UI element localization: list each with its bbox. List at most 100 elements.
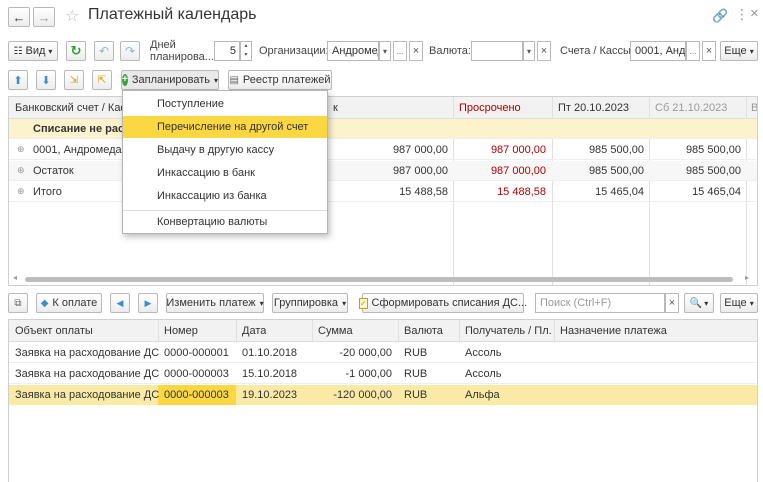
- expand-icon[interactable]: ⊕: [17, 144, 25, 155]
- redo-button[interactable]: ↷: [120, 41, 140, 61]
- row-name: 0001, Андромеда Пл: [33, 144, 125, 156]
- currency-label: Валюта:: [429, 45, 471, 57]
- accounts-select-button[interactable]: ...: [686, 41, 700, 61]
- menu-item-transfer-cash[interactable]: Выдачу в другую кассу: [123, 139, 327, 161]
- payment-registry-button[interactable]: ▤ Реестр платежей: [228, 70, 332, 90]
- currency-input[interactable]: [471, 41, 523, 61]
- accounts-input[interactable]: 0001, Андр: [630, 41, 686, 61]
- chevron-down-icon: ▾: [259, 298, 264, 308]
- days-stepper[interactable]: ▴ ▾: [240, 41, 252, 61]
- link-icon[interactable]: 🔗: [712, 8, 728, 24]
- kebab-menu-icon[interactable]: ⋮: [735, 6, 749, 23]
- col-header-day1[interactable]: Пт 20.10.2023: [558, 102, 629, 114]
- document-icon: ▤: [229, 74, 239, 86]
- chevron-down-icon: ▾: [213, 75, 218, 85]
- org-select-button[interactable]: ...: [393, 41, 407, 61]
- horizontal-scrollbar[interactable]: [25, 277, 733, 282]
- chevron-down-icon: ▾: [749, 298, 754, 308]
- row-overdue: 987 000,00: [490, 165, 546, 177]
- col-header-date[interactable]: Дата: [242, 325, 266, 337]
- move-icon: ⇲: [69, 74, 79, 86]
- expand-icon[interactable]: ⊕: [17, 186, 25, 197]
- plan-button[interactable]: + Запланировать ▾: [121, 70, 219, 90]
- cell-object: Заявка на расходование ДС: [15, 368, 160, 380]
- row-overdue: 15 488,58: [497, 186, 546, 198]
- cell-currency: RUB: [404, 368, 428, 380]
- level-up-button[interactable]: ⇱: [92, 70, 112, 90]
- col-header-day2[interactable]: Сб 21.10.2023: [655, 102, 727, 114]
- cell-currency: RUB: [404, 347, 428, 359]
- org-label: Организации:: [259, 45, 329, 57]
- scroll-left-icon[interactable]: ◂: [13, 273, 17, 282]
- accounts-label: Счета / Кассы:: [560, 45, 634, 57]
- row-day2: 985 500,00: [685, 165, 741, 177]
- search-icon: 🔍: [689, 297, 703, 309]
- more-button-top[interactable]: Еще ▾: [720, 41, 758, 61]
- org-input[interactable]: Андромед: [327, 41, 379, 61]
- org-dropdown[interactable]: ▾: [379, 41, 391, 61]
- col-header-balance[interactable]: к: [333, 102, 338, 114]
- cell-object: Заявка на расходование ДС: [15, 347, 160, 359]
- search-input[interactable]: Поиск (Ctrl+F): [535, 293, 665, 313]
- cell-sum: -20 000,00: [339, 347, 392, 359]
- copy-button[interactable]: ⧉: [8, 293, 28, 313]
- col-header-recipient[interactable]: Получатель / Пл...: [465, 325, 551, 337]
- row-day1: 985 500,00: [588, 144, 644, 156]
- col-header-number[interactable]: Номер: [164, 325, 198, 337]
- change-payment-button[interactable]: Изменить платеж ▾: [166, 293, 264, 313]
- next-button[interactable]: ▶: [138, 293, 158, 313]
- level-down-button[interactable]: ⇲: [64, 70, 84, 90]
- form-writeoffs-button[interactable]: ✓ Сформировать списания ДС...: [358, 293, 527, 313]
- expand-icon[interactable]: ⊕: [17, 165, 25, 176]
- move-down-button[interactable]: ⬇: [36, 70, 56, 90]
- back-button[interactable]: ←: [8, 7, 30, 27]
- search-button[interactable]: 🔍 ▾: [684, 293, 714, 313]
- arrow-down-icon: ⬇: [41, 74, 51, 87]
- row-day1: 985 500,00: [588, 165, 644, 177]
- col-header-sum[interactable]: Сумма: [318, 325, 353, 337]
- close-icon[interactable]: ×: [750, 5, 759, 22]
- plan-dropdown-menu: Поступление Перечисление на другой счет …: [122, 90, 328, 234]
- top-grid: Банковский счет / Касса к Просрочено Пт …: [8, 96, 758, 286]
- cell-recipient: Ассоль: [465, 368, 502, 380]
- row-name: Остаток: [33, 165, 74, 177]
- move-up-button[interactable]: ⬆: [8, 70, 28, 90]
- col-header-currency[interactable]: Валюта: [404, 325, 443, 337]
- col-header-purpose[interactable]: Назначение платежа: [560, 325, 667, 337]
- menu-item-collection-to-bank[interactable]: Инкассацию в банк: [123, 162, 327, 184]
- scroll-right-icon[interactable]: ▸: [745, 273, 749, 282]
- more-button-bottom[interactable]: Еще ▾: [720, 293, 758, 313]
- col-header-account[interactable]: Банковский счет / Касса: [15, 102, 125, 114]
- grouping-button[interactable]: Группировка ▾: [272, 293, 348, 313]
- col-header-object[interactable]: Объект оплаты: [15, 325, 93, 337]
- tree-icon: ⇱: [97, 74, 107, 86]
- menu-item-transfer-account[interactable]: Перечисление на другой счет: [123, 116, 327, 138]
- cell-currency: RUB: [404, 389, 428, 401]
- accounts-clear-button[interactable]: ×: [702, 41, 716, 61]
- refresh-button[interactable]: ↻: [66, 41, 86, 61]
- prev-button[interactable]: ◀: [110, 293, 130, 313]
- star-icon[interactable]: ☆: [65, 6, 79, 26]
- currency-clear-button[interactable]: ×: [537, 41, 551, 61]
- redo-icon: ↷: [124, 44, 136, 58]
- to-pay-button[interactable]: ◆ К оплате: [36, 293, 102, 313]
- cell-sum: -1 000,00: [345, 368, 392, 380]
- org-clear-button[interactable]: ×: [409, 41, 423, 61]
- chevron-down-icon: ▾: [749, 46, 754, 56]
- col-header-overdue[interactable]: Просрочено: [459, 102, 521, 114]
- cell-object: Заявка на расходование ДС: [15, 389, 160, 401]
- col-header-day3[interactable]: Вс: [751, 102, 757, 114]
- menu-item-currency-conversion[interactable]: Конвертацию валюты: [123, 211, 327, 233]
- undo-button[interactable]: ↶: [94, 41, 114, 61]
- page-title: Платежный календарь: [88, 6, 257, 23]
- row-balance: 987 000,00: [392, 165, 448, 177]
- menu-item-collection-from-bank[interactable]: Инкассацию из банка: [123, 185, 327, 207]
- forward-button[interactable]: →: [33, 7, 55, 27]
- search-clear-button[interactable]: ×: [665, 293, 679, 313]
- plus-circle-icon: +: [122, 74, 128, 86]
- currency-dropdown[interactable]: ▾: [523, 41, 535, 61]
- diamond-icon: ◆: [40, 297, 49, 309]
- menu-item-income[interactable]: Поступление: [123, 93, 327, 115]
- view-button[interactable]: ☷ Вид ▾: [8, 41, 58, 61]
- days-input[interactable]: 5: [214, 41, 240, 61]
